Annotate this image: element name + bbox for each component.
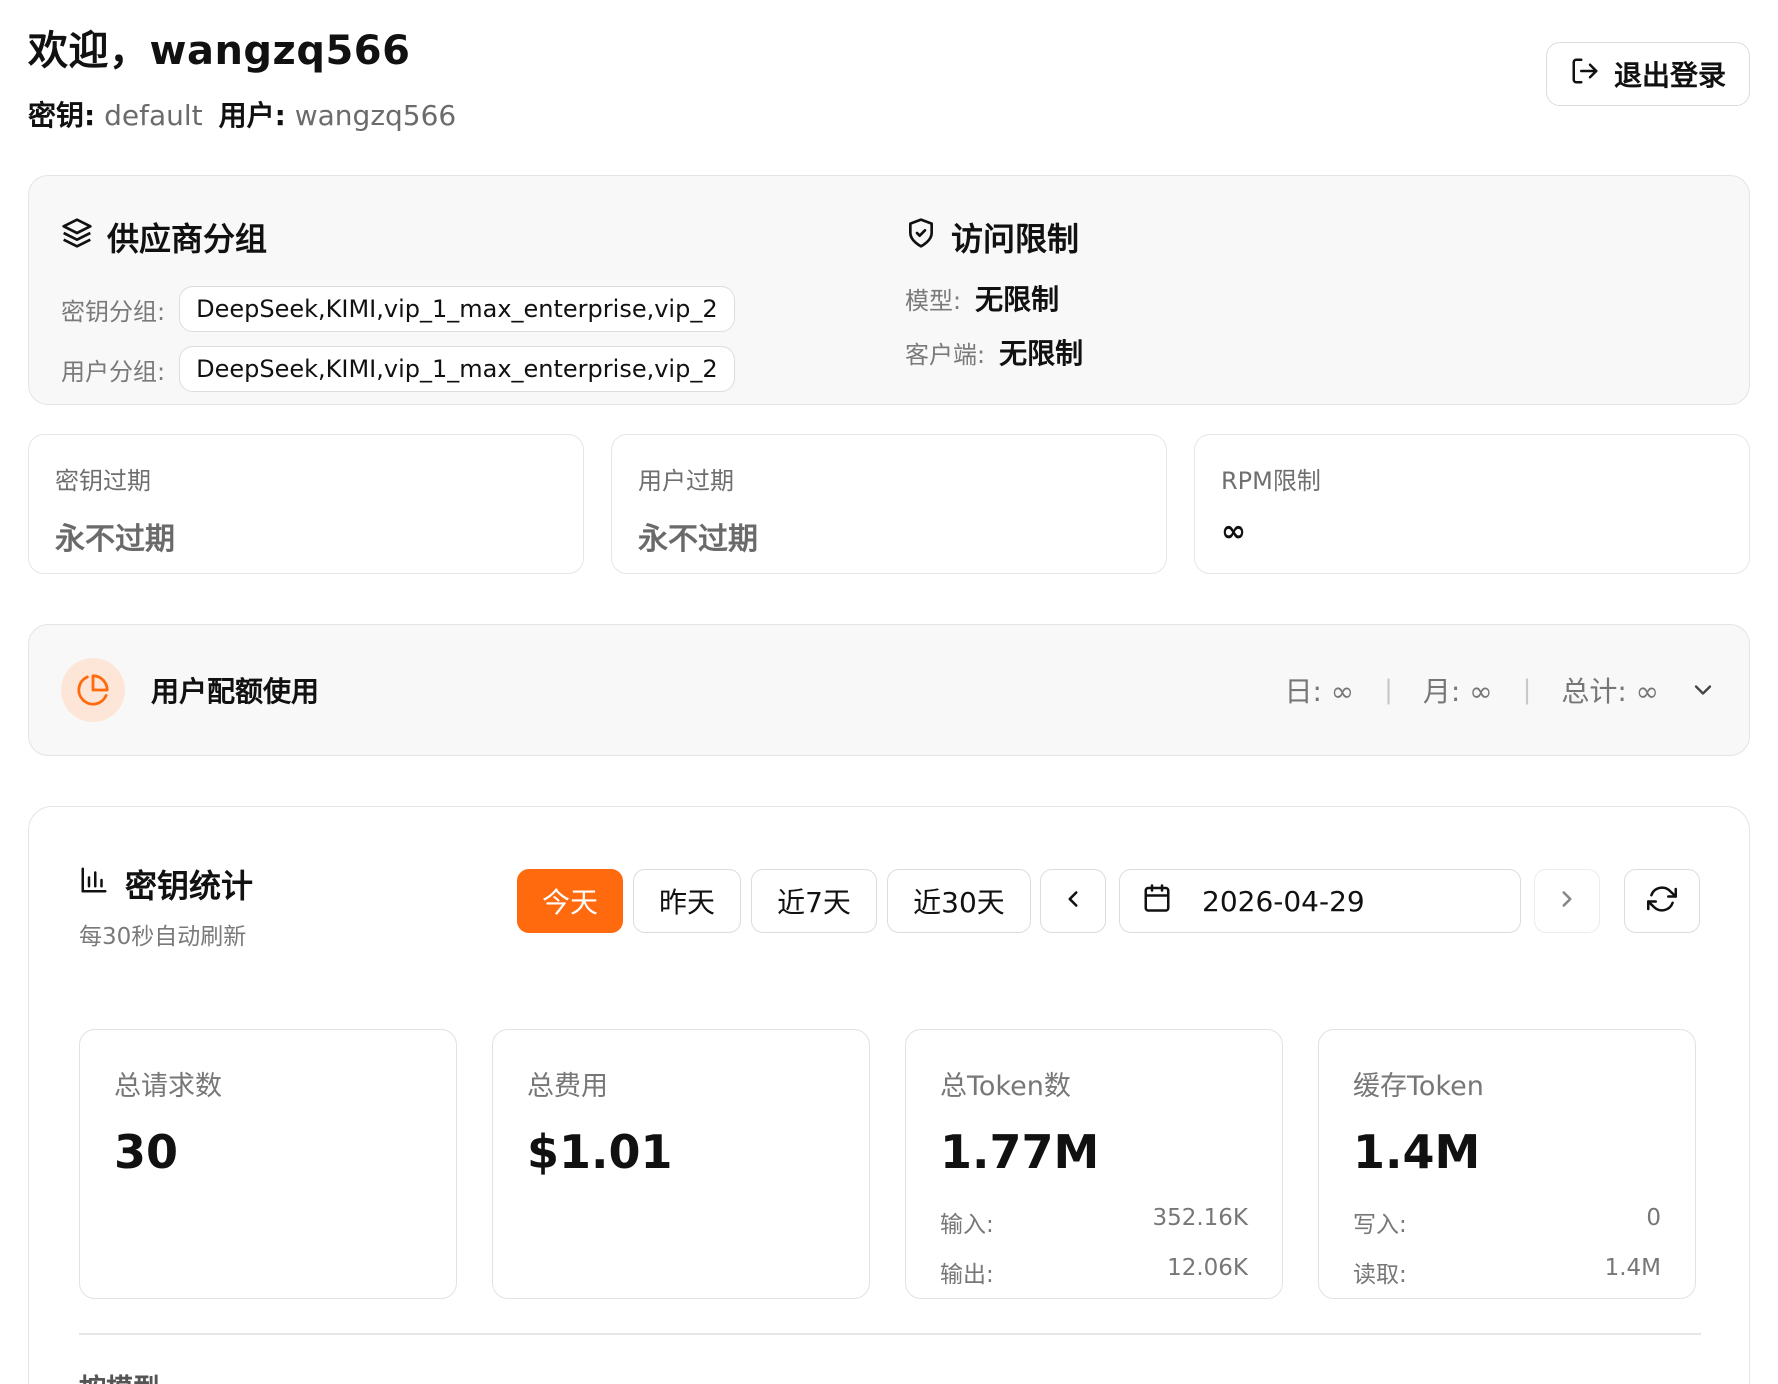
quota-usage-title: 用户配额使用 xyxy=(151,675,320,708)
output-tokens-value: 12.06K xyxy=(1167,1255,1248,1281)
key-label: 密钥: xyxy=(28,99,96,132)
key-expiry-label: 密钥过期 xyxy=(55,467,151,495)
logout-button[interactable]: 退出登录 xyxy=(1546,42,1750,106)
chevron-right-icon xyxy=(1554,886,1580,916)
layers-icon xyxy=(61,217,93,257)
refresh-button[interactable] xyxy=(1624,869,1700,933)
key-group-label: 密钥分组: xyxy=(61,297,166,326)
key-expiry-value: 永不过期 xyxy=(55,522,175,557)
quota-total-label: 总计: xyxy=(1561,675,1627,708)
model-limit-value: 无限制 xyxy=(975,283,1060,316)
user-group-label: 用户分组: xyxy=(61,357,166,386)
key-expiry-card: 密钥过期 永不过期 xyxy=(28,434,584,574)
chevron-left-icon xyxy=(1060,886,1086,916)
cache-tokens-label: 缓存Token xyxy=(1353,1071,1484,1102)
key-group-pill: DeepSeek,KIMI,vip_1_max_enterprise,vip_2 xyxy=(179,286,735,332)
header: 欢迎，wangzq566 密钥: default 用户: wangzq566 退… xyxy=(28,18,1750,132)
key-stats-title: 密钥统计 xyxy=(125,867,254,905)
selected-date: 2026-04-29 xyxy=(1202,884,1365,918)
quota-month-value: ∞ xyxy=(1469,675,1493,708)
next-date-button[interactable] xyxy=(1534,869,1600,933)
input-tokens-value: 352.16K xyxy=(1152,1205,1248,1231)
user-value: wangzq566 xyxy=(294,99,457,132)
user-expiry-card: 用户过期 永不过期 xyxy=(611,434,1167,574)
date-range-tabs: 今天 昨天 近7天 近30天 xyxy=(517,869,1031,933)
access-limit-title: 访问限制 xyxy=(951,220,1080,258)
total-tokens-label: 总Token数 xyxy=(940,1071,1071,1102)
divider xyxy=(79,1333,1701,1335)
tab-last-7-days[interactable]: 近7天 xyxy=(751,869,877,933)
cache-tokens-card: 缓存Token 1.4M 写入: 0 读取: 1.4M xyxy=(1318,1029,1696,1299)
provider-card: 供应商分组 密钥分组: DeepSeek,KIMI,vip_1_max_ente… xyxy=(28,175,1750,405)
total-cost-card: 总费用 $1.01 xyxy=(492,1029,870,1299)
tab-last-30-days[interactable]: 近30天 xyxy=(887,869,1031,933)
client-limit-label: 客户端: xyxy=(905,340,986,369)
logout-label: 退出登录 xyxy=(1613,59,1726,92)
user-expiry-label: 用户过期 xyxy=(638,467,734,495)
access-limit-section: 访问限制 模型: 无限制 客户端: 无限制 xyxy=(905,214,1083,372)
input-tokens-label: 输入: xyxy=(940,1212,994,1238)
quota-total-value: ∞ xyxy=(1635,675,1659,708)
client-limit-value: 无限制 xyxy=(999,337,1084,370)
shield-icon xyxy=(905,217,937,257)
cache-write-value: 0 xyxy=(1646,1205,1661,1231)
model-limit-label: 模型: xyxy=(905,286,962,315)
rpm-limit-card: RPM限制 ∞ xyxy=(1194,434,1750,574)
chevron-down-icon[interactable] xyxy=(1689,676,1717,704)
input-tokens-row: 输入: 352.16K xyxy=(940,1205,1248,1239)
logout-icon xyxy=(1570,56,1600,93)
cache-read-value: 1.4M xyxy=(1604,1255,1661,1281)
total-tokens-value: 1.77M xyxy=(940,1125,1100,1179)
calendar-icon xyxy=(1142,883,1172,920)
quota-stats: 日: ∞ | 月: ∞ | 总计: ∞ xyxy=(1284,670,1659,710)
total-cost-label: 总费用 xyxy=(527,1071,608,1102)
pie-chart-icon xyxy=(61,658,125,722)
bar-chart-icon xyxy=(79,865,109,903)
cache-read-label: 读取: xyxy=(1353,1262,1407,1288)
quota-day-value: ∞ xyxy=(1330,675,1355,708)
tab-today[interactable]: 今天 xyxy=(517,869,623,933)
provider-group-title: 供应商分组 xyxy=(107,220,268,258)
provider-group-section: 供应商分组 密钥分组: DeepSeek,KIMI,vip_1_max_ente… xyxy=(61,214,735,392)
separator: | xyxy=(1522,675,1532,705)
total-requests-value: 30 xyxy=(114,1125,179,1179)
cache-tokens-value: 1.4M xyxy=(1353,1125,1481,1179)
user-group-pill: DeepSeek,KIMI,vip_1_max_enterprise,vip_2 xyxy=(179,346,735,392)
total-requests-card: 总请求数 30 xyxy=(79,1029,457,1299)
total-cost-value: $1.01 xyxy=(527,1125,673,1179)
account-meta: 密钥: default 用户: wangzq566 xyxy=(28,94,1750,134)
total-tokens-card: 总Token数 1.77M 输入: 352.16K 输出: 12.06K xyxy=(905,1029,1283,1299)
date-picker[interactable]: 2026-04-29 xyxy=(1119,869,1521,933)
welcome-title: 欢迎，wangzq566 xyxy=(28,28,411,74)
output-tokens-row: 输出: 12.06K xyxy=(940,1255,1248,1289)
user-expiry-value: 永不过期 xyxy=(638,522,758,557)
rpm-limit-value: ∞ xyxy=(1221,514,1246,549)
tab-yesterday[interactable]: 昨天 xyxy=(633,869,741,933)
cache-read-row: 读取: 1.4M xyxy=(1353,1255,1661,1289)
cache-write-label: 写入: xyxy=(1353,1212,1407,1238)
cache-write-row: 写入: 0 xyxy=(1353,1205,1661,1239)
by-model-heading: 按模型 xyxy=(79,1367,160,1384)
quota-month-label: 月: xyxy=(1422,675,1461,708)
refresh-icon xyxy=(1647,884,1677,918)
quota-usage-card[interactable]: 用户配额使用 日: ∞ | 月: ∞ | 总计: ∞ xyxy=(28,624,1750,756)
total-requests-label: 总请求数 xyxy=(114,1071,222,1102)
key-stats-card: 密钥统计 每30秒自动刷新 今天 昨天 近7天 近30天 2026-04-29 xyxy=(28,806,1750,1384)
rpm-limit-label: RPM限制 xyxy=(1221,467,1321,495)
auto-refresh-note: 每30秒自动刷新 xyxy=(79,924,247,950)
prev-date-button[interactable] xyxy=(1040,869,1106,933)
quota-day-label: 日: xyxy=(1284,675,1322,708)
output-tokens-label: 输出: xyxy=(940,1262,994,1288)
user-label: 用户: xyxy=(218,99,286,132)
separator: | xyxy=(1384,675,1393,705)
key-value: default xyxy=(104,99,203,132)
